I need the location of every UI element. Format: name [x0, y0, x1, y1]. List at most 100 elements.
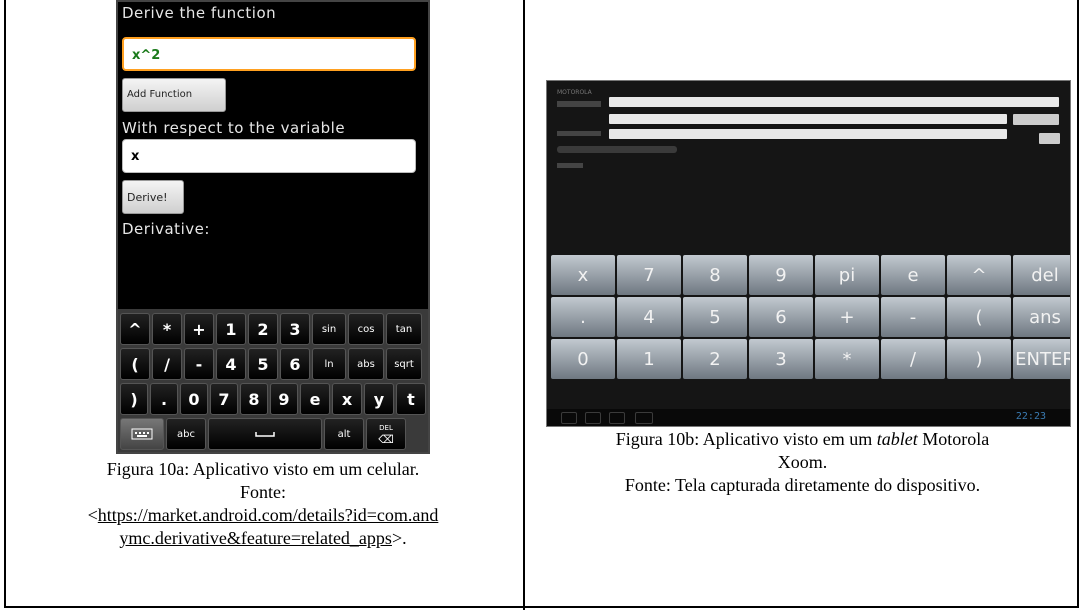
keyboard-row-3: ) . 0 7 8 9 e x y t	[120, 383, 426, 415]
tablet-key[interactable]: .	[551, 297, 615, 337]
key[interactable]: (	[120, 348, 150, 380]
key[interactable]: 2	[248, 313, 278, 345]
tablet-key[interactable]: *	[815, 339, 879, 379]
key[interactable]: 1	[216, 313, 246, 345]
key[interactable]: 3	[280, 313, 310, 345]
key[interactable]: sin	[312, 313, 346, 345]
key[interactable]: 9	[270, 383, 298, 415]
tablet-function-field-2[interactable]	[609, 114, 1007, 124]
link-close-bracket: >.	[391, 528, 407, 548]
tablet-key[interactable]: 3	[749, 339, 813, 379]
tablet-label-1	[557, 101, 601, 107]
tablet-variable-field[interactable]	[609, 129, 1007, 139]
tablet-key[interactable]: 6	[749, 297, 813, 337]
tablet-key[interactable]: ENTER	[1013, 339, 1070, 379]
key[interactable]: t	[396, 383, 426, 415]
abc-key[interactable]: abc	[166, 418, 206, 450]
back-icon[interactable]	[561, 412, 577, 424]
tablet-key[interactable]: 4	[617, 297, 681, 337]
caption-right: Figura 10b: Aplicativo visto em um table…	[530, 428, 1075, 497]
tablet-key[interactable]: x	[551, 255, 615, 295]
tablet-key[interactable]: 8	[683, 255, 747, 295]
tablet-key[interactable]: 2	[683, 339, 747, 379]
tablet-order-radios[interactable]	[557, 146, 677, 153]
key[interactable]: cos	[348, 313, 384, 345]
key[interactable]: +	[184, 313, 214, 345]
key[interactable]: y	[364, 383, 394, 415]
caption-left-link-line2: ymc.derivative&feature=related_apps>.	[10, 527, 516, 550]
key[interactable]: )	[120, 383, 148, 415]
space-key[interactable]	[208, 418, 322, 450]
key[interactable]: ^	[120, 313, 150, 345]
caption-left-link-line1: <https://market.android.com/details?id=c…	[10, 504, 516, 527]
keyboard-row-4: abc alt DEL ⌫	[120, 418, 406, 450]
link-open-bracket: <	[87, 505, 98, 525]
tablet-status-bar: 22:23	[547, 409, 1070, 426]
caption-right-line2: Xoom.	[777, 452, 828, 472]
caption-right-italic: tablet	[876, 429, 918, 449]
tablet-key[interactable]: del	[1013, 255, 1070, 295]
brand-label: MOTOROLA	[557, 89, 592, 96]
tablet-keypad: x 7 8 9 pi e ^ del . 4 5 6 + - ( ans 0 1…	[551, 255, 1070, 379]
key[interactable]: 4	[216, 348, 246, 380]
tablet-key[interactable]: ^	[947, 255, 1011, 295]
caption-right-source: Fonte: Tela capturada diretamente do dis…	[624, 475, 981, 495]
keyboard-icon[interactable]	[120, 418, 164, 450]
tablet-key[interactable]: pi	[815, 255, 879, 295]
key[interactable]: ln	[312, 348, 346, 380]
key[interactable]: .	[150, 383, 178, 415]
math-keyboard: ^ * + 1 2 3 sin cos tan ( / - 4 5 6 ln a…	[118, 309, 428, 452]
tablet-label-2	[557, 131, 601, 136]
key[interactable]: /	[152, 348, 182, 380]
key[interactable]: 0	[180, 383, 208, 415]
tablet-key[interactable]: ans	[1013, 297, 1070, 337]
key[interactable]: x	[332, 383, 362, 415]
tablet-derive-button[interactable]	[1039, 133, 1060, 144]
alt-key[interactable]: alt	[324, 418, 364, 450]
key[interactable]: sqrt	[386, 348, 422, 380]
key[interactable]: e	[300, 383, 330, 415]
key[interactable]: *	[152, 313, 182, 345]
caption-left-source-label: Fonte:	[239, 482, 286, 502]
tablet-key[interactable]: -	[881, 297, 945, 337]
keyboard-icon[interactable]	[635, 412, 653, 424]
caption-right-suffix: Motorola	[917, 429, 990, 449]
keyboard-row-1: ^ * + 1 2 3 sin cos tan	[120, 313, 422, 345]
tablet-key[interactable]: 9	[749, 255, 813, 295]
tablet-clock: 22:23	[1015, 411, 1046, 422]
caption-right-prefix: Figura 10b: Aplicativo visto em um	[615, 429, 877, 449]
key[interactable]: tan	[386, 313, 422, 345]
key[interactable]: 8	[240, 383, 268, 415]
variable-input[interactable]: x	[122, 139, 416, 173]
tablet-key[interactable]: 1	[617, 339, 681, 379]
tablet-insert-button[interactable]	[1013, 114, 1059, 125]
tablet-key[interactable]: )	[947, 339, 1011, 379]
tablet-key[interactable]: e	[881, 255, 945, 295]
function-input[interactable]: x^2	[122, 37, 416, 71]
source-link-continued[interactable]: ymc.derivative&feature=related_apps	[119, 528, 392, 548]
tablet-key[interactable]: 7	[617, 255, 681, 295]
tablet-key[interactable]: 0	[551, 339, 615, 379]
caption-left: Figura 10a: Aplicativo visto em um celul…	[10, 458, 516, 550]
key[interactable]: 7	[210, 383, 238, 415]
tablet-function-field[interactable]	[609, 97, 1059, 107]
add-function-button[interactable]: Add Function	[122, 78, 226, 112]
key[interactable]: 5	[248, 348, 278, 380]
source-link[interactable]: https://market.android.com/details?id=co…	[98, 505, 439, 525]
derive-button[interactable]: Derive!	[122, 180, 184, 214]
tablet-key[interactable]: /	[881, 339, 945, 379]
recent-apps-icon[interactable]	[609, 412, 625, 424]
tablet-key[interactable]: +	[815, 297, 879, 337]
home-icon[interactable]	[585, 412, 601, 424]
tablet-key[interactable]: 5	[683, 297, 747, 337]
keyboard-row-2: ( / - 4 5 6 ln abs sqrt	[120, 348, 422, 380]
column-divider	[523, 0, 525, 610]
key[interactable]: 6	[280, 348, 310, 380]
tablet-key[interactable]: (	[947, 297, 1011, 337]
key[interactable]: abs	[348, 348, 384, 380]
caption-right-title: Figura 10b: Aplicativo visto em um table…	[530, 428, 1075, 451]
variable-label: With respect to the variable	[122, 119, 346, 137]
delete-key[interactable]: DEL ⌫	[366, 418, 406, 450]
derive-label: Derive the function	[122, 4, 277, 22]
key[interactable]: -	[184, 348, 214, 380]
